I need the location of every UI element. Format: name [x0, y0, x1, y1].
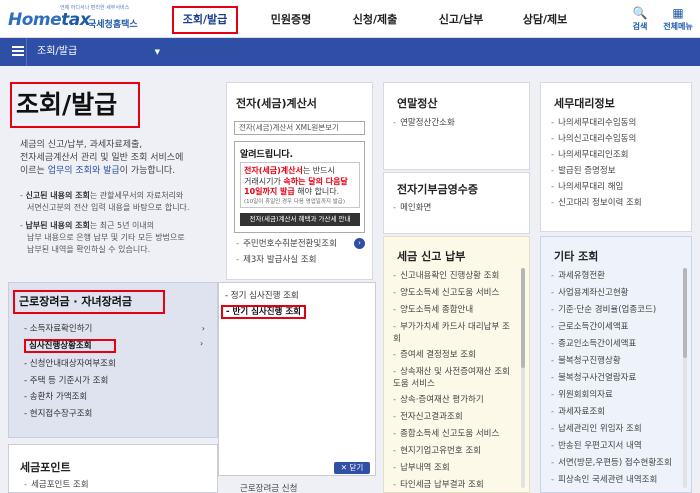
einvoice-select[interactable]: 전자(세금)계산서 XML원본보기	[234, 121, 365, 135]
page-description: 세금의 신고/납부, 과세자료제출, 전자세금계산서 관리 및 일반 조회 서비…	[20, 140, 184, 176]
tax-agent-item[interactable]: 나의세무대리 해임	[551, 181, 623, 193]
breadcrumb-label: 조회/발급	[37, 46, 78, 57]
gnb-lookup-issue[interactable]: 조회/발급	[172, 6, 238, 34]
gnb-consult-report[interactable]: 상담/제보	[512, 6, 578, 34]
left-menu-item-review-status[interactable]: 심사진행상황조회	[24, 339, 116, 353]
notice-body: 전자(세금)계산서는 반드시 거래시기가 속하는 달의 다음달 10일까지 발급…	[240, 162, 360, 208]
chevron-right-icon: ›	[201, 324, 205, 333]
search-button[interactable]: 🔍 검색	[622, 5, 658, 32]
chevron-right-icon: ›	[200, 339, 204, 348]
all-menu-label: 전체메뉴	[663, 22, 693, 31]
left-menu-item-house-price[interactable]: - 주택 등 기준시가 조회	[24, 374, 209, 388]
tax-filing-item[interactable]: 상속·증여재산 평가하기	[393, 394, 484, 406]
other-lookup-item[interactable]: 기준·단순 경비율(업종코드)	[551, 304, 656, 316]
other-lookup-scrollbar[interactable]	[683, 268, 687, 488]
other-lookup-item[interactable]: 과세자료조회	[551, 406, 605, 418]
search-icon: 🔍	[632, 6, 648, 20]
left-menu-item-income-check[interactable]: - 소득자료확인하기 ›	[24, 322, 209, 336]
grid-menu-icon: ▦	[672, 6, 684, 20]
other-lookup-title: 기타 조회	[554, 250, 599, 263]
other-lookup-item[interactable]: 과세유형전환	[551, 270, 605, 282]
chevron-down-icon: ▼	[154, 48, 160, 56]
einvoice-link-partial[interactable]: 근로장려금 신청	[240, 482, 360, 493]
tax-filing-item[interactable]: 양도소득세 종합안내	[393, 304, 473, 316]
tax-agent-item[interactable]: 신고대리 정보이력 조회	[551, 197, 642, 209]
tax-filing-item[interactable]: 상속재산 및 사전증여재산 조회 도움 서비스	[393, 366, 517, 390]
tax-filing-item[interactable]: 현지기업고유번호 조회	[393, 445, 481, 457]
scrollbar-thumb[interactable]	[683, 268, 687, 358]
tax-agent-item[interactable]: 나의세무대리수임동의	[551, 117, 636, 129]
gnb-application-submit[interactable]: 신청/제출	[342, 6, 408, 34]
other-lookup-item[interactable]: 불복청구사건열람자료	[551, 372, 636, 384]
location-bar: 조회/발급 ▼	[0, 38, 700, 66]
other-lookup-item[interactable]: 위원회회의자료	[551, 389, 613, 401]
search-label: 검색	[632, 22, 648, 31]
left-menu-item-onsite[interactable]: - 현지접수장구조회	[24, 407, 209, 421]
other-lookup-item[interactable]: 종교인소득간이세액표	[551, 338, 636, 350]
tax-filing-item[interactable]: 신고내용확인 진행상황 조회	[393, 270, 499, 282]
yearend-link-simplified[interactable]: 연말정산간소화	[393, 117, 455, 129]
page-title: 조회/발급	[10, 82, 140, 128]
flyout-item-half-year-review[interactable]: - 반기 심사진행 조회	[221, 305, 306, 319]
top-header: 언제 어디서나 편리한 세무서비스 Hometax 국세청홈택스 조회/발급 민…	[0, 0, 700, 38]
tax-filing-scrollbar[interactable]	[521, 268, 525, 488]
tax-filing-item[interactable]: 증여세 결정정보 조회	[393, 349, 476, 361]
close-icon: ✕	[340, 463, 348, 472]
einvoice-link-third-party[interactable]: 제3자 발급사실 조회	[236, 254, 316, 266]
donation-link-main[interactable]: 메인화면	[393, 202, 431, 214]
all-menu-button[interactable]: ▦ 전체메뉴	[660, 5, 696, 32]
other-lookup-item[interactable]: 납세관리인 위임자 조회	[551, 423, 642, 435]
flyout-item-regular-review[interactable]: - 정기 심사진행 조회	[225, 289, 299, 303]
tax-filing-item[interactable]: 부가가치세 카드사 대리납부 조회	[393, 321, 517, 345]
chevron-right-icon[interactable]: ›	[354, 238, 365, 249]
einvoice-link-resident-number[interactable]: 주민번호수취분전환및조회	[236, 238, 337, 250]
notice-lookup-paid: - 납부된 내용의 조회는 최근 5년 이내의 납부 내용으로 은행 납부 및 …	[20, 221, 185, 254]
other-lookup-item[interactable]: 반송된 우편고지서 내역	[551, 440, 642, 452]
tax-point-lookup-link[interactable]: 세금포인트 조회	[24, 479, 88, 491]
other-lookup-item[interactable]: 불복청구진행상황	[551, 355, 621, 367]
notice-lookup-reported: - 신고된 내용의 조회는 관할세무서의 자료처리와 서면신고분의 전산 입력 …	[20, 191, 190, 212]
breadcrumb-dropdown[interactable]: 조회/발급 ▼	[26, 38, 166, 66]
tax-filing-item[interactable]: 타인세금 납부결과 조회	[393, 479, 484, 491]
tax-filing-item[interactable]: 종합소득세 신고도움 서비스	[393, 428, 499, 440]
incentive-panel-title: 근로장려금 · 자녀장려금	[13, 290, 165, 314]
tax-agent-item[interactable]: 나의세무대리인조회	[551, 149, 628, 161]
tax-filing-item[interactable]: 납부내역 조회	[393, 462, 450, 474]
left-menu-item-vehicle-value[interactable]: - 송환차 가액조회	[24, 390, 209, 404]
left-menu-item-eligibility[interactable]: - 신청안내대상자여부조회	[24, 357, 209, 371]
tax-filing-item[interactable]: 전자신고결과조회	[393, 411, 463, 423]
tax-point-title: 세금포인트	[20, 461, 71, 474]
notice-title: 알려드립니다.	[240, 150, 294, 160]
gnb-civil-certificate[interactable]: 민원증명	[258, 6, 324, 34]
tax-agent-item[interactable]: 나의신고대리수임동의	[551, 133, 636, 145]
other-lookup-item[interactable]: 근로소득간이세액표	[551, 321, 628, 333]
hometax-logo[interactable]: 언제 어디서나 편리한 세무서비스 Hometax 국세청홈택스	[6, 4, 138, 34]
hamburger-icon[interactable]	[12, 46, 24, 57]
other-lookup-item[interactable]: 사업용계좌신고현황	[551, 287, 628, 299]
einvoice-benefit-guide-button[interactable]: 전자(세금)계산서 혜택과 가산세 안내	[240, 213, 360, 226]
donation-title: 전자기부금영수증	[397, 183, 478, 196]
other-lookup-item[interactable]: 서면(방문,우편등) 접수현황조회	[551, 457, 679, 469]
logo-wordmark: Hometax	[8, 10, 91, 30]
flyout-close-button[interactable]: ✕ 닫기	[334, 462, 370, 474]
tax-filing-item[interactable]: 양도소득세 신고도움 서비스	[393, 287, 499, 299]
tax-agent-title: 세무대리정보	[554, 97, 615, 110]
tax-filing-title: 세금 신고 납부	[397, 250, 466, 263]
yearend-title: 연말정산	[397, 97, 438, 110]
other-lookup-item[interactable]: 피상속인 국세관련 내역조회	[551, 474, 679, 486]
scrollbar-thumb[interactable]	[521, 268, 525, 368]
einvoice-title: 전자(세금)계산서	[236, 97, 317, 110]
logo-korean-name: 국세청홈택스	[88, 20, 138, 30]
tax-agent-item[interactable]: 발급된 증명정보	[551, 165, 615, 177]
gnb-filing-payment[interactable]: 신고/납부	[428, 6, 494, 34]
